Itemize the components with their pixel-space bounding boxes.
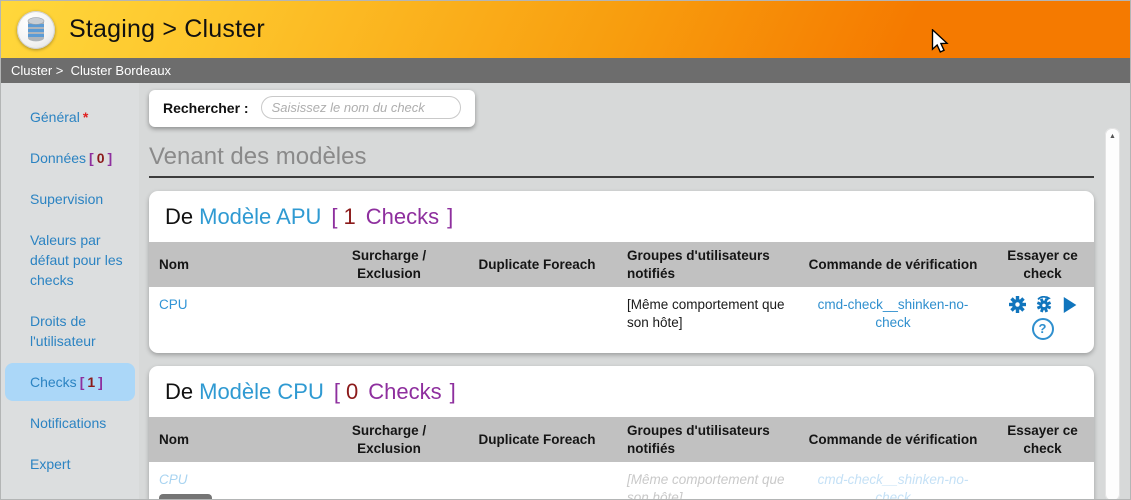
notified-groups-cell: [Même comportement que son hôte]	[617, 462, 795, 500]
help-icon[interactable]: ?	[1032, 318, 1054, 340]
column-header-duplicate: Duplicate Foreach	[457, 242, 617, 287]
sidebar-item-expert[interactable]: Expert	[5, 445, 135, 483]
checks-table: Nom Surcharge / Exclusion Duplicate Fore…	[149, 242, 1094, 353]
count-word: Checks	[368, 379, 441, 404]
notified-groups-cell: [Même comportement que son hôte]	[617, 287, 795, 353]
check-name-link[interactable]: CPU	[159, 472, 188, 487]
app-window: Staging > Cluster Cluster > Cluster Bord…	[0, 0, 1131, 500]
search-input[interactable]	[261, 96, 461, 119]
section-title: Venant des modèles	[149, 143, 1094, 178]
app-header: Staging > Cluster	[1, 1, 1130, 58]
database-icon	[24, 17, 48, 43]
sidebar-item-droits-utilisateur[interactable]: Droits de l'utilisateur	[5, 302, 135, 360]
count-word: Checks	[366, 204, 439, 229]
card-title-prefix: De	[165, 204, 193, 229]
sidebar-item-label: Expert	[30, 456, 70, 472]
card-title: DeModèle CPU [0 Checks]	[149, 366, 1094, 417]
table-row-hidden: CPU Caché [Même comportement que son hôt…	[149, 462, 1094, 500]
sidebar-item-notifications[interactable]: Notifications	[5, 404, 135, 442]
count-bracket: ]	[450, 379, 456, 404]
column-header-surcharge: Surcharge / Exclusion	[321, 417, 457, 462]
sidebar-item-label: Valeurs par défaut pour les checks	[30, 232, 123, 288]
table-row: CPU [Même comportement que son hôte] cmd…	[149, 287, 1094, 353]
check-command-link[interactable]: cmd-check__shinken-no-check	[818, 297, 969, 330]
sidebar: Général* Données[0] Supervision Valeurs …	[1, 83, 139, 500]
table-header-row: Nom Surcharge / Exclusion Duplicate Fore…	[149, 242, 1094, 287]
count-bracket: ]	[98, 374, 103, 390]
check-command-link: cmd-check__shinken-no-check	[818, 472, 969, 500]
count-value: 0	[97, 150, 105, 166]
table-header-row: Nom Surcharge / Exclusion Duplicate Fore…	[149, 417, 1094, 462]
hidden-status-badge: Caché	[159, 494, 212, 500]
sidebar-item-label: Droits de l'utilisateur	[30, 313, 96, 349]
sidebar-item-label: Données	[30, 150, 86, 166]
sidebar-item-label: Général	[30, 109, 80, 125]
count-bracket: [	[334, 379, 340, 404]
column-header-essayer: Essayer ce check	[991, 417, 1094, 462]
search-card: Rechercher :	[149, 90, 475, 127]
column-header-essayer: Essayer ce check	[991, 242, 1094, 287]
count-bracket: ]	[447, 204, 453, 229]
column-header-nom: Nom	[149, 417, 321, 462]
card-title: DeModèle APU [1 Checks]	[149, 191, 1094, 242]
model-link[interactable]: Modèle APU	[199, 204, 321, 229]
count-bracket: ]	[108, 150, 113, 166]
count-value: 1	[87, 374, 95, 390]
count-bracket: [	[331, 204, 337, 229]
column-header-surcharge: Surcharge / Exclusion	[321, 242, 457, 287]
sidebar-item-label: Checks	[30, 374, 77, 390]
column-header-nom: Nom	[149, 242, 321, 287]
page-title: Staging > Cluster	[69, 15, 265, 44]
count-value: 0	[346, 379, 358, 404]
column-header-commande: Commande de vérification	[795, 417, 991, 462]
sidebar-item-checks[interactable]: Checks[1]	[5, 363, 135, 401]
check-name-link[interactable]: CPU	[159, 297, 188, 312]
refresh-settings-icon[interactable]	[1035, 296, 1053, 313]
app-logo	[17, 11, 55, 49]
sidebar-item-valeurs-par-defaut[interactable]: Valeurs par défaut pour les checks	[5, 221, 135, 299]
column-header-groupes: Groupes d'utilisateurs notifiés	[617, 242, 795, 287]
sidebar-item-label: Notifications	[30, 415, 106, 431]
card-title-prefix: De	[165, 379, 193, 404]
search-label: Rechercher :	[163, 100, 249, 116]
sidebar-item-supervision[interactable]: Supervision	[5, 180, 135, 218]
sidebar-item-donnees[interactable]: Données[0]	[5, 139, 135, 177]
checks-table: Nom Surcharge / Exclusion Duplicate Fore…	[149, 417, 1094, 500]
count-bracket: [	[89, 150, 94, 166]
sidebar-item-general[interactable]: Général*	[5, 98, 135, 136]
model-card-apu: DeModèle APU [1 Checks] Nom Surcharge / Ex…	[149, 191, 1094, 353]
settings-icon[interactable]	[1009, 296, 1026, 313]
breadcrumb-text: Cluster > Cluster Bordeaux	[11, 63, 171, 78]
model-link[interactable]: Modèle CPU	[199, 379, 324, 404]
breadcrumb: Cluster > Cluster Bordeaux	[1, 58, 1130, 83]
main-content: Rechercher : Venant des modèles DeModèle…	[139, 83, 1131, 500]
count-bracket: [	[80, 374, 85, 390]
sidebar-item-label: Supervision	[30, 191, 103, 207]
column-header-duplicate: Duplicate Foreach	[457, 417, 617, 462]
vertical-scrollbar[interactable]: ▲	[1105, 128, 1120, 500]
scroll-up-icon[interactable]: ▲	[1105, 128, 1120, 140]
count-value: 1	[344, 204, 356, 229]
run-check-icon[interactable]	[1062, 297, 1077, 313]
column-header-commande: Commande de vérification	[795, 242, 991, 287]
model-card-cpu: DeModèle CPU [0 Checks] Nom Surcharge / Ex…	[149, 366, 1094, 500]
required-mark: *	[83, 109, 88, 125]
column-header-groupes: Groupes d'utilisateurs notifiés	[617, 417, 795, 462]
